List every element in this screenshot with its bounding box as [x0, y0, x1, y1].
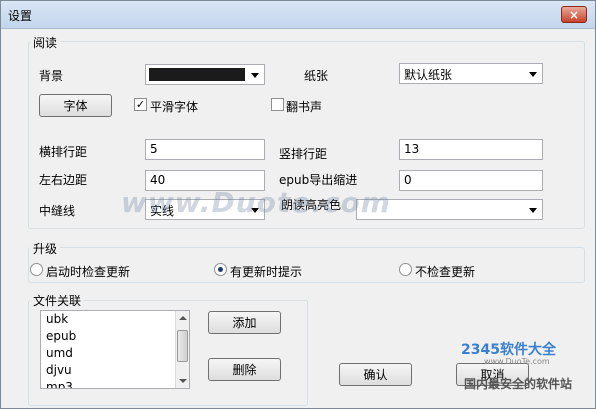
background-color-select[interactable] — [145, 64, 265, 85]
background-label: 背景 — [39, 69, 64, 83]
scroll-thumb[interactable] — [177, 330, 188, 362]
line-spacing-h-label: 横排行距 — [39, 145, 88, 159]
line-spacing-v-input[interactable]: 13 — [399, 139, 543, 160]
highlight-color-label: 朗读高亮色 — [281, 198, 342, 212]
line-spacing-v-label: 竖排行距 — [279, 147, 328, 161]
font-button[interactable]: 字体 — [39, 94, 112, 117]
list-item[interactable]: ubk — [41, 311, 189, 328]
file-assoc-list[interactable]: ubk epub umd djvu mp3 — [40, 310, 190, 389]
chevron-down-icon — [251, 73, 259, 78]
list-item[interactable]: epub — [41, 328, 189, 345]
brand-logo-text: 2345软件大全 — [461, 342, 556, 358]
add-button[interactable]: 添加 — [208, 311, 281, 334]
brand-url: www.DuoTe.com — [484, 357, 550, 366]
smooth-font-label: 平滑字体 — [150, 100, 199, 114]
radio-no-check-label: 不检查更新 — [415, 265, 476, 279]
list-item[interactable]: djvu — [41, 362, 189, 379]
margin-input[interactable]: 40 — [145, 170, 265, 191]
list-scrollbar[interactable] — [175, 311, 189, 388]
gutter-select[interactable]: 实线 — [145, 199, 265, 220]
reading-group-title: 阅读 — [30, 34, 61, 51]
scroll-down-icon[interactable] — [179, 379, 187, 383]
radio-notify-on-update-label: 有更新时提示 — [230, 265, 303, 279]
epub-indent-label: epub导出缩进 — [279, 173, 358, 187]
chevron-down-icon — [529, 72, 537, 77]
scroll-up-icon[interactable] — [179, 316, 187, 320]
chevron-down-icon — [251, 208, 259, 213]
upgrade-group-title: 升级 — [30, 240, 61, 257]
paper-select[interactable]: 默认纸张 — [399, 63, 543, 84]
list-item[interactable]: umd — [41, 345, 189, 362]
cancel-button[interactable]: 取消 — [456, 363, 529, 386]
page-flip-sound-checkbox[interactable] — [271, 98, 284, 111]
file-assoc-group-title: 文件关联 — [30, 292, 85, 309]
background-color-swatch — [149, 68, 245, 81]
title-bar: 设置 × — [1, 1, 595, 29]
page-flip-sound-label: 翻书声 — [286, 100, 323, 114]
chevron-down-icon — [529, 208, 537, 213]
ok-button[interactable]: 确认 — [339, 363, 412, 386]
close-button[interactable]: × — [561, 6, 587, 23]
margin-label: 左右边距 — [39, 173, 88, 187]
paper-label: 纸张 — [304, 69, 329, 83]
radio-check-on-start-label: 启动时检查更新 — [46, 265, 131, 279]
radio-notify-on-update[interactable] — [214, 263, 227, 276]
gutter-select-value: 实线 — [150, 204, 175, 218]
epub-indent-input[interactable]: 0 — [399, 170, 543, 191]
radio-no-check[interactable] — [399, 263, 412, 276]
list-item[interactable]: mp3 — [41, 379, 189, 388]
highlight-color-select[interactable] — [356, 199, 543, 220]
settings-dialog: 设置 × 阅读 背景 纸张 默认纸张 字体 ✓ 平滑字体 翻书声 横排行距 5 … — [0, 0, 596, 409]
paper-select-value: 默认纸张 — [404, 68, 453, 82]
gutter-label: 中缝线 — [39, 204, 76, 218]
delete-button[interactable]: 删除 — [208, 358, 281, 381]
smooth-font-checkbox[interactable]: ✓ — [134, 98, 147, 111]
line-spacing-h-input[interactable]: 5 — [145, 139, 265, 160]
window-title: 设置 — [8, 9, 33, 23]
radio-check-on-start[interactable] — [30, 263, 43, 276]
